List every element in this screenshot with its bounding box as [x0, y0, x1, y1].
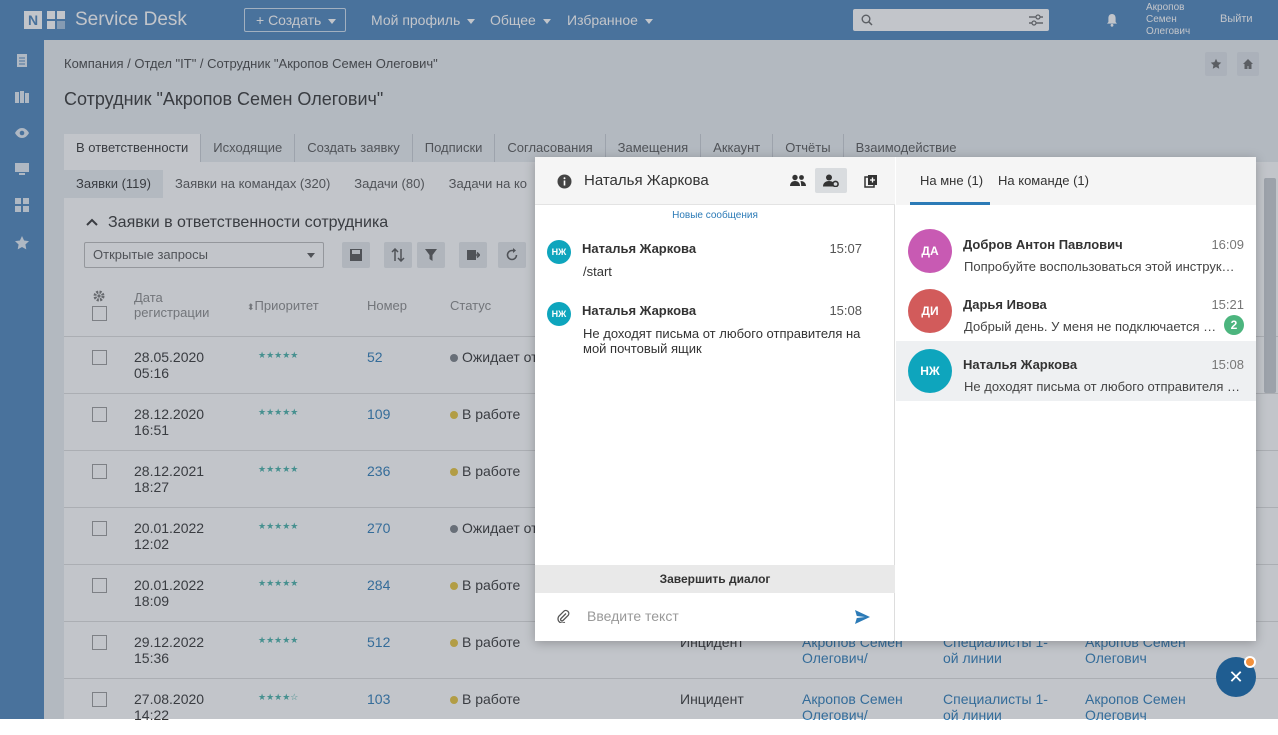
tab-assigned-to-team[interactable]: На команде (1) [998, 173, 1089, 188]
avatar: ДИ [908, 289, 952, 333]
new-messages-divider: Новые сообщения [672, 210, 758, 221]
assign-button[interactable] [815, 168, 847, 193]
team-button[interactable] [782, 168, 814, 193]
avatar: НЖ [547, 302, 571, 326]
dialog-title: Наталья Жаркова [584, 172, 709, 189]
end-dialog-button[interactable]: Завершить диалог [535, 565, 895, 593]
conversation-name: Наталья Жаркова [963, 357, 1078, 372]
copy-icon [864, 175, 877, 188]
conversation-time: 16:09 [1211, 237, 1244, 252]
conversation-time: 15:21 [1211, 297, 1244, 312]
message-time: 15:07 [829, 241, 862, 256]
person-settings-icon [823, 174, 839, 187]
paperclip-icon[interactable] [556, 609, 570, 623]
conversation-item[interactable]: ДА Добров Антон Павлович 16:09 Попробуйте в… [896, 221, 1256, 281]
active-tab-indicator [910, 202, 990, 205]
notification-dot [1244, 656, 1256, 668]
conversation-list-panel: На мне (1) На команде (1) ДА Добров Антон… [896, 157, 1256, 641]
conversation-name: Добров Антон Павлович [963, 237, 1123, 252]
conversation-tabs: На мне (1) На команде (1) [896, 157, 1256, 205]
unread-badge: 2 [1224, 315, 1244, 335]
dialog-panel: Наталья Жаркова Новые сообщения НЖ Натал… [535, 157, 895, 641]
conversation-item[interactable]: НЖ Наталья Жаркова 15:08 Не доходят письма … [896, 341, 1256, 401]
conversation-time: 15:08 [1211, 357, 1244, 372]
chat-window: Наталья Жаркова Новые сообщения НЖ Натал… [535, 157, 1256, 641]
info-icon[interactable] [557, 174, 572, 189]
close-icon: ✕ [1228, 667, 1244, 687]
message-author: Наталья Жаркова [582, 303, 697, 318]
avatar: НЖ [908, 349, 952, 393]
message-time: 15:08 [829, 303, 862, 318]
avatar: ДА [908, 229, 952, 273]
message-author: Наталья Жаркова [582, 241, 697, 256]
group-icon [790, 174, 806, 186]
avatar: НЖ [547, 240, 571, 264]
message-input[interactable]: Введите текст [587, 608, 679, 624]
tab-assigned-to-me[interactable]: На мне (1) [920, 173, 983, 188]
message-text: /start [583, 264, 612, 279]
conversation-item[interactable]: ДИ Дарья Ивова 15:21 Добрый день. У меня не… [896, 281, 1256, 341]
conversation-preview: Попробуйте воспользоваться этой инструкц… [964, 259, 1240, 274]
conversation-preview: Не доходят письма от любого отправителя … [964, 379, 1240, 394]
message-text: Не доходят письма от любого отправителя … [583, 326, 861, 356]
copy-button[interactable] [855, 168, 887, 193]
send-icon[interactable] [855, 610, 870, 624]
conversation-name: Дарья Ивова [963, 297, 1047, 312]
conversation-preview: Добрый день. У меня не подключается инте… [964, 319, 1220, 334]
dialog-header: Наталья Жаркова [535, 157, 895, 205]
